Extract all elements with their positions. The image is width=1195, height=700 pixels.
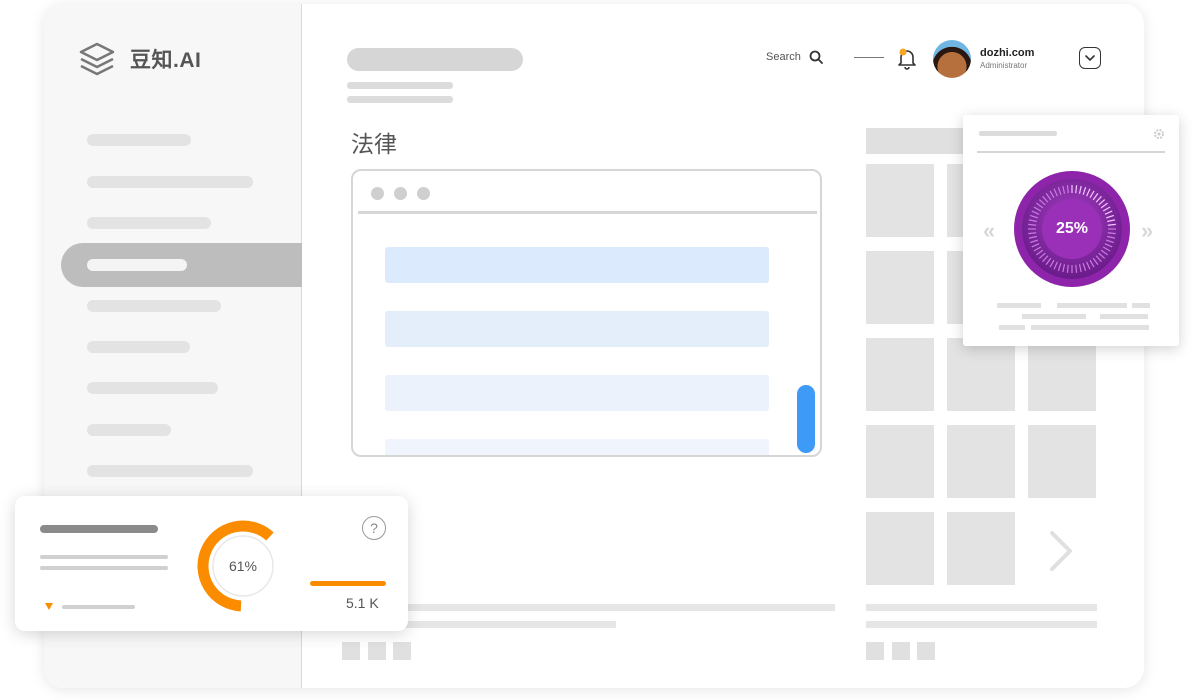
list-item[interactable] xyxy=(385,439,769,455)
pagination-item[interactable] xyxy=(342,642,360,660)
footer-placeholder xyxy=(866,604,1097,611)
window-dot xyxy=(417,187,430,200)
widget-caption-placeholder xyxy=(999,325,1025,330)
widget-caption-placeholder xyxy=(1057,303,1127,308)
stat-value: 5.1 K xyxy=(346,595,379,611)
widget-caption-placeholder xyxy=(1132,303,1150,308)
dial-value: 25% xyxy=(1055,220,1089,237)
pagination-item[interactable] xyxy=(866,642,884,660)
bell-icon[interactable] xyxy=(897,48,917,70)
grid-tile[interactable] xyxy=(866,164,934,237)
footer-placeholder xyxy=(866,621,1097,628)
help-icon[interactable]: ? xyxy=(362,516,386,540)
footer-placeholder xyxy=(400,604,835,611)
pagination-item[interactable] xyxy=(393,642,411,660)
progress-dial-widget: « » 25% xyxy=(963,115,1179,346)
search-icon[interactable] xyxy=(809,50,823,64)
widget-caption-placeholder xyxy=(1100,314,1148,319)
grid-tile[interactable] xyxy=(866,512,934,585)
sidebar-item[interactable] xyxy=(87,300,221,312)
grid-tile[interactable] xyxy=(947,512,1015,585)
stats-widget: 61% ? 5.1 K xyxy=(15,496,408,631)
sidebar-item[interactable] xyxy=(87,217,211,229)
stat-title-placeholder xyxy=(40,525,158,533)
user-menu-button[interactable] xyxy=(1079,47,1101,69)
grid-tile[interactable] xyxy=(947,338,1015,411)
pagination-item[interactable] xyxy=(917,642,935,660)
stat-caption-placeholder xyxy=(62,605,135,609)
sidebar-item-active[interactable] xyxy=(61,243,302,287)
list-item[interactable] xyxy=(385,375,769,411)
app-logo[interactable]: 豆知.AI xyxy=(78,40,201,78)
donut-value: 61% xyxy=(228,558,258,574)
sidebar-item[interactable] xyxy=(87,382,218,394)
widget-caption-placeholder xyxy=(1031,325,1149,330)
stat-line-placeholder xyxy=(40,566,168,570)
header-divider xyxy=(854,57,884,58)
search-label: Search xyxy=(766,51,801,63)
avatar[interactable] xyxy=(933,40,971,78)
chevron-left-icon[interactable]: « xyxy=(983,218,995,244)
user-role: Administrator xyxy=(980,61,1028,70)
header-subtitle-placeholder xyxy=(347,82,453,89)
trend-down-icon xyxy=(45,603,53,610)
stat-bar xyxy=(310,581,386,586)
page-title: 法律 xyxy=(351,131,397,157)
chevron-right-icon[interactable] xyxy=(1048,530,1074,572)
app-name: 豆知.AI xyxy=(130,49,202,72)
header-title-placeholder xyxy=(347,48,523,71)
widget-caption-placeholder xyxy=(1022,314,1086,319)
gear-icon[interactable] xyxy=(1153,128,1165,140)
grid-tile[interactable] xyxy=(866,338,934,411)
widget-caption-placeholder xyxy=(997,303,1041,308)
pagination-item[interactable] xyxy=(892,642,910,660)
header-subtitle-placeholder xyxy=(347,96,453,103)
window-dot xyxy=(371,187,384,200)
list-item[interactable] xyxy=(385,311,769,347)
chevron-down-icon xyxy=(1085,54,1095,61)
grid-tile[interactable] xyxy=(866,425,934,498)
grid-tile[interactable] xyxy=(1028,338,1096,411)
stat-line-placeholder xyxy=(40,555,168,559)
grid-tile[interactable] xyxy=(947,425,1015,498)
browser-divider xyxy=(358,211,817,214)
search-box[interactable]: Search xyxy=(766,50,823,64)
widget-title-placeholder xyxy=(979,131,1057,136)
list-item[interactable] xyxy=(385,247,769,283)
sidebar-item[interactable] xyxy=(87,341,190,353)
sidebar-item[interactable] xyxy=(87,465,253,477)
widget-divider xyxy=(977,151,1165,153)
footer-placeholder xyxy=(400,621,616,628)
scrollbar-thumb[interactable] xyxy=(797,385,815,453)
sidebar-item[interactable] xyxy=(87,134,191,146)
sidebar-item-label-placeholder xyxy=(87,259,187,271)
chevron-right-icon[interactable]: » xyxy=(1141,218,1153,244)
pagination-item[interactable] xyxy=(368,642,386,660)
window-dot xyxy=(394,187,407,200)
grid-tile[interactable] xyxy=(866,251,934,324)
sidebar-item[interactable] xyxy=(87,176,253,188)
layers-icon xyxy=(79,42,115,76)
browser-window xyxy=(351,169,822,457)
sidebar-item[interactable] xyxy=(87,424,171,436)
grid-tile[interactable] xyxy=(1028,425,1096,498)
user-name: dozhi.com xyxy=(980,47,1035,59)
